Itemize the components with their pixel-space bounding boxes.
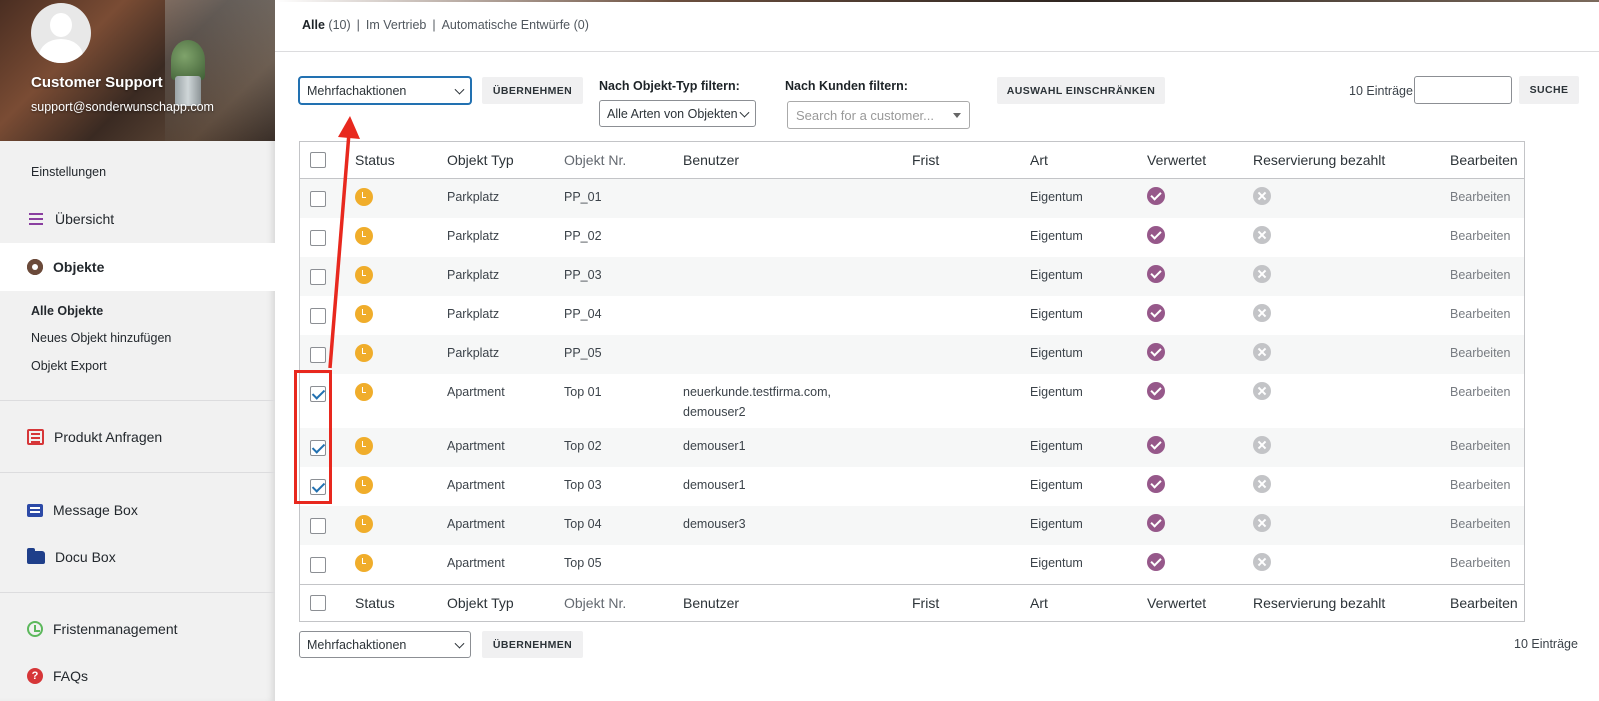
annotation-arrow-head bbox=[338, 116, 360, 139]
annotation-arrow bbox=[328, 116, 360, 369]
annotation-arrow-line bbox=[328, 132, 351, 369]
